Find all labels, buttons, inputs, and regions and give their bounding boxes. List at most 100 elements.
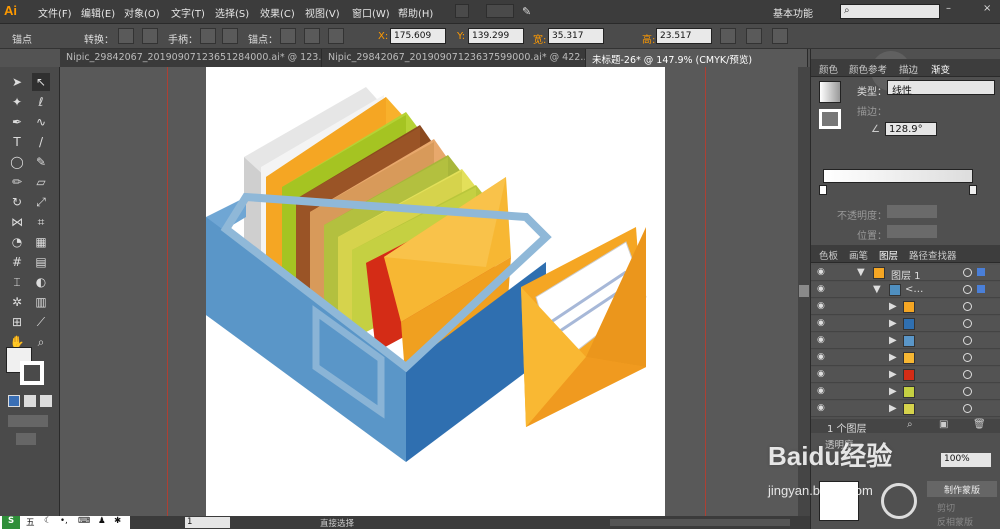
bridge-icon[interactable] <box>455 4 469 18</box>
sublayer-row[interactable]: ◉ ▶ <box>811 333 1000 349</box>
shape-builder-icon[interactable]: ◔ <box>8 233 26 251</box>
visibility-eye-icon[interactable]: ◉ <box>817 403 829 415</box>
screen-mode-icon[interactable] <box>16 433 36 445</box>
tab-color-guide[interactable]: 颜色参考 <box>849 62 887 76</box>
tab-document-2[interactable]: Nipic_29842067_20190907123637599000.ai* … <box>322 49 586 67</box>
horizontal-scrollbar[interactable] <box>610 519 790 526</box>
gradient-slider[interactable] <box>823 169 973 183</box>
symbol-sprayer-icon[interactable]: ✲ <box>8 293 26 311</box>
visibility-eye-icon[interactable]: ◉ <box>817 301 829 313</box>
clip-checkbox[interactable]: 剪切 <box>937 501 955 514</box>
gradient-mode-icon[interactable] <box>24 395 36 407</box>
connect-paths-icon[interactable] <box>304 28 320 44</box>
blend-tool-icon[interactable]: ◐ <box>32 273 50 291</box>
layer-row[interactable]: ◉ ▼ 图层 1 <box>811 265 1000 282</box>
sublayer-row[interactable]: ◉ ▶ <box>811 384 1000 400</box>
artboard-number-field[interactable]: 1 <box>185 517 230 528</box>
visibility-eye-icon[interactable]: ◉ <box>817 284 829 296</box>
menu-object[interactable]: 对象(O) <box>124 5 160 20</box>
target-circle-icon[interactable] <box>963 302 972 311</box>
stroke-swatch[interactable] <box>20 361 44 385</box>
zoom-tool-icon[interactable]: ⌕ <box>32 333 50 351</box>
target-circle-icon[interactable] <box>963 387 972 396</box>
type-tool-icon[interactable]: T <box>8 133 26 151</box>
paintbrush-icon[interactable]: ✎ <box>32 153 50 171</box>
hide-handles-icon[interactable] <box>222 28 238 44</box>
selection-square-icon[interactable] <box>977 285 985 293</box>
target-circle-icon[interactable] <box>963 319 972 328</box>
width-field[interactable]: 35.317 <box>548 28 604 44</box>
visibility-eye-icon[interactable]: ◉ <box>817 318 829 330</box>
direct-selection-tool-icon[interactable]: ↖ <box>32 73 50 91</box>
minimize-button[interactable]: – <box>946 3 951 14</box>
visibility-eye-icon[interactable]: ◉ <box>817 386 829 398</box>
layer-name[interactable]: 图层 1 <box>891 267 921 282</box>
expand-arrow-icon[interactable]: ▶ <box>889 369 897 380</box>
tab-color[interactable]: 颜色 <box>819 62 838 76</box>
tab-pathfinder[interactable]: 路径查找器 <box>909 248 957 262</box>
scroll-thumb[interactable] <box>799 285 809 297</box>
lasso-icon[interactable]: ℓ <box>32 93 50 111</box>
align-icon[interactable] <box>746 28 762 44</box>
gradient-preview-swatch[interactable] <box>819 81 841 103</box>
make-mask-button[interactable]: 制作蒙版 <box>927 481 997 497</box>
locate-object-icon[interactable]: ⌕ <box>907 419 913 430</box>
expand-triangle-icon[interactable]: ▼ <box>873 284 881 295</box>
target-circle-icon[interactable] <box>963 404 972 413</box>
group-row[interactable]: ◉ ▼ <… <box>811 282 1000 298</box>
rotate-tool-icon[interactable]: ↻ <box>8 193 26 211</box>
y-field[interactable]: 139.299 <box>468 28 524 44</box>
visibility-eye-icon[interactable]: ◉ <box>817 335 829 347</box>
expand-arrow-icon[interactable]: ▶ <box>889 386 897 397</box>
gradient-stroke-swatch[interactable] <box>819 109 841 129</box>
tab-document-3[interactable]: 未标题-26* @ 147.9% (CMYK/预览) <box>586 49 808 67</box>
gradient-angle-field[interactable]: 128.9° <box>885 122 937 136</box>
artboard-tool-icon[interactable]: ⊞ <box>8 313 26 331</box>
target-circle-icon[interactable] <box>963 336 972 345</box>
position-field[interactable] <box>887 225 937 238</box>
sogou-icon[interactable]: S <box>2 516 20 529</box>
close-button[interactable]: × <box>983 3 991 14</box>
group-name[interactable]: <… <box>905 284 923 295</box>
gpu-icon[interactable]: ✎ <box>522 5 531 18</box>
new-layer-icon[interactable]: ▣ <box>939 419 948 430</box>
sublayer-row[interactable]: ◉ ▶ <box>811 299 1000 315</box>
expand-arrow-icon[interactable]: ▶ <box>889 318 897 329</box>
transparency-opacity-field[interactable]: 100% <box>941 453 991 467</box>
convert-corner-icon[interactable] <box>118 28 134 44</box>
eraser-icon[interactable]: ▱ <box>32 173 50 191</box>
tab-layers[interactable]: 图层 <box>879 248 898 262</box>
menu-view[interactable]: 视图(V) <box>305 5 340 20</box>
artboard[interactable] <box>206 67 665 516</box>
opacity-field[interactable] <box>887 205 937 218</box>
ime-toolbar[interactable]: S 五 ☾ •, ⌨ ♟ ✱ <box>0 516 130 529</box>
expand-arrow-icon[interactable]: ▶ <box>889 301 897 312</box>
tab-document-1[interactable]: Nipic_29842067_20190907123651284000.ai* … <box>60 49 322 67</box>
line-tool-icon[interactable]: / <box>32 133 50 151</box>
mesh-tool-icon[interactable]: # <box>8 253 26 271</box>
remove-anchor-icon[interactable] <box>280 28 296 44</box>
menu-edit[interactable]: 编辑(E) <box>81 5 115 20</box>
constrain-icon[interactable] <box>720 28 736 44</box>
visibility-eye-icon[interactable]: ◉ <box>817 267 829 279</box>
selection-square-icon[interactable] <box>977 268 985 276</box>
magic-wand-icon[interactable]: ✦ <box>8 93 26 111</box>
ime-mode[interactable]: 五 <box>26 516 35 528</box>
target-circle-icon[interactable] <box>963 285 972 294</box>
x-field[interactable]: 175.609 <box>390 28 446 44</box>
tab-brushes[interactable]: 画笔 <box>849 248 868 262</box>
panel-menu-icon[interactable] <box>772 28 788 44</box>
convert-smooth-icon[interactable] <box>142 28 158 44</box>
gradient-stop-left[interactable] <box>819 185 827 195</box>
expand-triangle-icon[interactable]: ▼ <box>857 267 865 278</box>
expand-arrow-icon[interactable]: ▶ <box>889 335 897 346</box>
target-circle-icon[interactable] <box>963 268 972 277</box>
perspective-grid-icon[interactable]: ▦ <box>32 233 50 251</box>
settings-icon[interactable]: ✱ <box>114 516 121 526</box>
menu-type[interactable]: 文字(T) <box>171 5 205 20</box>
sublayer-row[interactable]: ◉ ▶ <box>811 350 1000 366</box>
menu-help[interactable]: 帮助(H) <box>398 5 433 20</box>
menu-select[interactable]: 选择(S) <box>215 5 249 20</box>
height-field[interactable]: 23.517 <box>656 28 712 44</box>
slice-tool-icon[interactable]: ⟋ <box>32 313 50 331</box>
